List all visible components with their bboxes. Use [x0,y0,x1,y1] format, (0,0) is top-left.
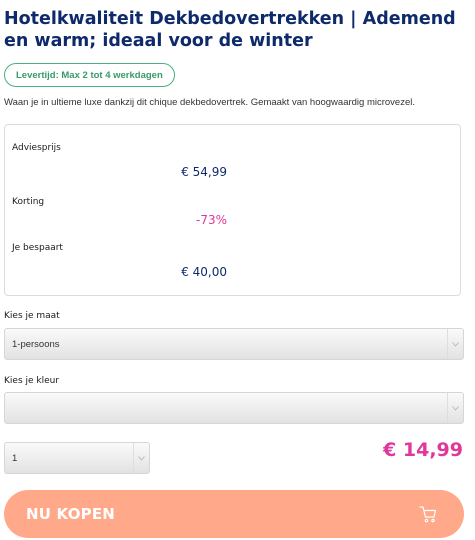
size-select[interactable]: 1-persoons [4,328,464,360]
discount-label: Korting [12,197,45,207]
quantity-select[interactable]: 1 [4,442,150,474]
buy-now-label: NU KOPEN [26,505,116,523]
size-select-value: 1-persoons [12,338,60,350]
chevron-down-icon [133,443,149,473]
cart-icon [419,506,437,523]
discount-value: -73% [195,213,227,227]
product-description: Waan je in ultieme luxe dankzij dit chiq… [4,97,416,108]
size-select-label: Kies je maat [4,311,60,321]
product-title: Hotelkwaliteit Dekbedovertrekken | Ademe… [4,9,456,51]
price-box: Adviesprijs € 54,99 Korting -73% Je besp… [4,124,461,296]
saving-value: € 40,00 [181,265,227,279]
delivery-text: Levertijd: Max 2 tot 4 werkdagen [16,69,163,81]
chevron-down-icon [447,393,463,423]
advice-price-label: Adviesprijs [12,143,61,153]
quantity-value: 1 [12,452,18,464]
color-select-label: Kies je kleur [4,376,60,386]
color-select[interactable] [4,392,464,424]
buy-now-button[interactable]: NU KOPEN [4,490,464,538]
saving-label: Je bespaart [12,243,63,253]
sale-price: € 14,99 [383,439,463,461]
advice-price-value: € 54,99 [181,165,227,179]
delivery-badge: Levertijd: Max 2 tot 4 werkdagen [4,63,175,87]
chevron-down-icon [447,329,463,359]
